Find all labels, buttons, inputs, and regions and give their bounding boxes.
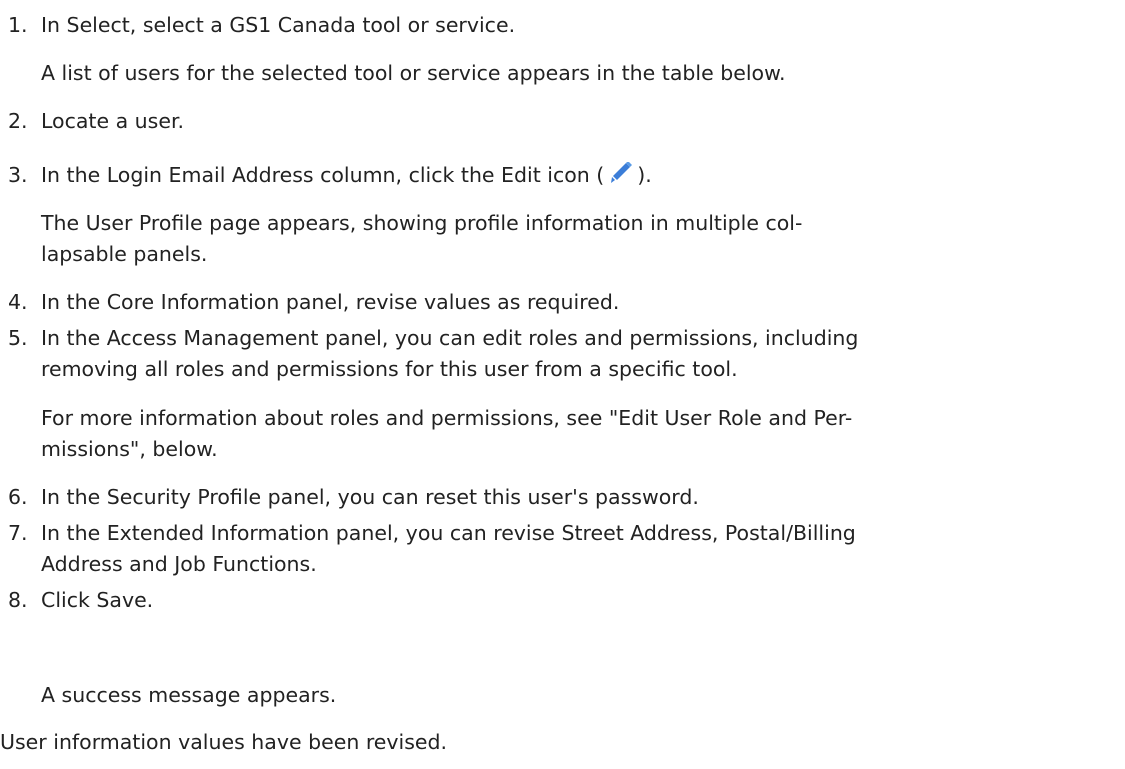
step-number: 6. [8,485,28,509]
step-instruction: Locate a user. [41,109,185,133]
step-instruction: In the Login Email Address column, click… [41,160,652,190]
step-result: The User Profile page appears, showing p… [41,211,803,235]
step-result: missions", below. [41,437,218,461]
step-result: For more information about roles and per… [41,406,853,430]
pencil-edit-icon [607,161,634,186]
step-number: 2. [8,109,28,133]
step-instruction-text-end: ). [637,163,652,187]
step-result: lapsable panels. [41,242,208,266]
step-number: 7. [8,521,28,545]
step-result: A success message appears. [41,683,337,707]
step-instruction: In the Access Management panel, you can … [41,326,859,350]
step-number: 4. [8,290,28,314]
step-instruction: removing all roles and permissions for t… [41,357,738,381]
step-number: 3. [8,163,28,187]
step-instruction: In the Extended Information panel, you c… [41,521,856,545]
step-instruction: In the Security Profile panel, you can r… [41,485,699,509]
step-number: 1. [8,13,28,37]
step-instruction: Click Save. [41,588,154,612]
step-instruction: In Select, select a GS1 Canada tool or s… [41,13,516,37]
step-instruction: Address and Job Functions. [41,552,317,576]
step-number: 8. [8,588,28,612]
step-instruction-text: In the Login Email Address column, click… [41,163,605,187]
help-document: 1. In Select, select a GS1 Canada tool o… [0,0,1125,769]
closing-result: User information values have been revise… [0,730,448,754]
step-number: 5. [8,326,28,350]
step-instruction: In the Core Information panel, revise va… [41,290,620,314]
step-result: A list of users for the selected tool or… [41,61,786,85]
